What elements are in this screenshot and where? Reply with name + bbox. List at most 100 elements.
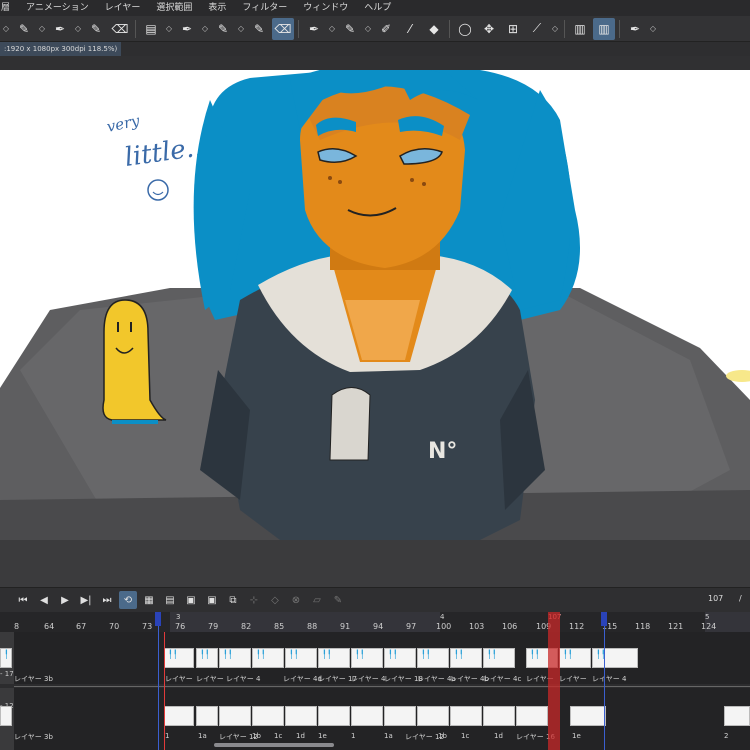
marker-icon[interactable]: ✐ — [375, 18, 397, 40]
menu-item-view[interactable]: 表示 — [200, 0, 234, 16]
pen-icon[interactable]: ✒ — [49, 18, 71, 40]
timeline-cel[interactable] — [483, 706, 515, 726]
stepper-icon[interactable]: ◇ — [164, 18, 174, 40]
clear-frame-icon[interactable]: ▱ — [308, 591, 326, 609]
menu-item-window[interactable]: ウィンドウ — [295, 0, 356, 16]
timeline-cel[interactable]: ╿╿ — [164, 648, 194, 668]
timeline-cel[interactable] — [417, 706, 449, 726]
canvas-bottom-area — [0, 540, 750, 588]
loop-end-marker[interactable] — [604, 612, 605, 750]
menu-item-filter[interactable]: フィルター — [234, 0, 295, 16]
timeline-cel[interactable]: ╿╿ — [384, 648, 416, 668]
timeline-cel[interactable] — [164, 706, 194, 726]
drawing-canvas[interactable]: very little... N° — [0, 70, 750, 540]
layer-settings-icon[interactable]: ⧉ — [224, 591, 242, 609]
pen-icon[interactable]: ✎ — [248, 18, 270, 40]
stepper-icon[interactable]: ◇ — [648, 18, 658, 40]
timeline-cel[interactable]: ╿╿ — [196, 648, 218, 668]
timeline-cel[interactable] — [724, 706, 750, 726]
animation-track-1[interactable]: - 17 ╿ ╿╿ ╿╿ ╿╿ ╿╿ ╿╿ ╿╿ ╿╿ ╿╿ ╿╿ ╿╿ ╿╿ … — [0, 632, 750, 684]
track-side-label: - 17 — [0, 670, 14, 678]
specify-cel-icon[interactable]: ▣ — [182, 591, 200, 609]
timeline-cel[interactable]: ╿╿ — [559, 648, 591, 668]
timeline-cel[interactable]: ╿╿ — [318, 648, 350, 668]
timeline-cel[interactable] — [219, 706, 251, 726]
last-frame-icon[interactable]: ⏭ — [98, 591, 116, 609]
eyedropper-icon[interactable]: ⁄ — [399, 18, 421, 40]
loop-start-handle[interactable] — [155, 612, 161, 626]
cel-label: 1c — [274, 732, 283, 740]
ruler-number: 91 — [340, 622, 351, 631]
timeline-cel[interactable] — [516, 706, 548, 726]
timeline-cel[interactable]: ╿╿ — [483, 648, 515, 668]
menu-item-selection[interactable]: 選択範囲 — [148, 0, 200, 16]
stepper-icon[interactable]: ◇ — [550, 18, 560, 40]
eyedropper-icon[interactable]: ⟋ — [526, 18, 548, 40]
toolbar: ◇ ✎ ◇ ✒ ◇ ✎ ⌫ ▤ ◇ ✒ ◇ ✎ ◇ ✎ ⌫ ✒ ◇ ✎ ◇ ✐ … — [0, 16, 750, 42]
new-cel-icon[interactable]: ▦ — [140, 591, 158, 609]
clear-cel-icon[interactable]: ⊗ — [287, 591, 305, 609]
timeline-cel[interactable] — [318, 706, 350, 726]
timeline-cel[interactable]: ╿ — [0, 648, 12, 668]
stepper-icon[interactable]: ◇ — [236, 18, 246, 40]
timeline-cel[interactable] — [570, 706, 606, 726]
track-layer-name: レイヤー 3b — [14, 733, 53, 741]
animation-track-2[interactable]: - 12 レイヤー 3b 1 1a レイヤー 12 1b 1c 1d 1e 1 … — [0, 688, 750, 750]
pencil-icon[interactable]: ✎ — [13, 18, 35, 40]
loop-icon[interactable]: ⟲ — [119, 591, 137, 609]
timeline-cel[interactable]: ╿╿ — [252, 648, 284, 668]
timeline-cel[interactable] — [450, 706, 482, 726]
timeline-scrollbar[interactable] — [214, 743, 334, 747]
timeline-cel[interactable] — [252, 706, 284, 726]
layer-panel-icon[interactable]: ▥ — [569, 18, 591, 40]
timeline-cel[interactable] — [384, 706, 416, 726]
pen-icon[interactable]: ✎ — [339, 18, 361, 40]
timeline-cel[interactable]: ╿╿ — [592, 648, 638, 668]
timeline-cel[interactable] — [196, 706, 218, 726]
folder-icon[interactable]: ▤ — [140, 18, 162, 40]
eraser-icon[interactable]: ⌫ — [109, 18, 131, 40]
move-icon[interactable]: ✥ — [478, 18, 500, 40]
menu-item-layer[interactable]: レイヤー — [97, 0, 149, 16]
first-frame-icon[interactable]: ⏮ — [14, 591, 32, 609]
timeline-cel[interactable] — [285, 706, 317, 726]
pen-icon[interactable]: ✒ — [176, 18, 198, 40]
loop-start-marker[interactable] — [158, 612, 159, 750]
eraser-icon[interactable]: ⌫ — [272, 17, 294, 40]
stepper-icon[interactable]: ◇ — [363, 18, 373, 40]
stepper-icon[interactable]: ◇ — [266, 591, 284, 609]
next-frame-icon[interactable]: ▶| — [77, 591, 95, 609]
fill-icon[interactable]: ◆ — [423, 18, 445, 40]
timeline-cel[interactable] — [0, 706, 12, 726]
timeline-cel[interactable]: ╿╿ — [285, 648, 317, 668]
stepper-icon[interactable]: ◇ — [200, 18, 210, 40]
stepper-icon[interactable]: ◇ — [73, 18, 83, 40]
new-folder-icon[interactable]: ▤ — [161, 591, 179, 609]
onion-skin-icon[interactable]: ▣ — [203, 591, 221, 609]
timeline-cel[interactable]: ╿╿ — [450, 648, 482, 668]
pen-icon[interactable]: ✎ — [212, 18, 234, 40]
stepper-icon[interactable]: ◇ — [1, 18, 11, 40]
loop-end-handle[interactable] — [601, 612, 607, 626]
timeline-cel[interactable]: ╿╿ — [219, 648, 251, 668]
menu-item-animation[interactable]: アニメーション — [18, 0, 97, 16]
playhead[interactable] — [548, 612, 560, 750]
play-icon[interactable]: ▶ — [56, 591, 74, 609]
lasso-icon[interactable]: ◯ — [454, 18, 476, 40]
frame-ruler[interactable]: 3 4 107 5 8 64 67 70 73 76 79 82 85 88 9… — [0, 612, 750, 632]
stepper-icon[interactable]: ◇ — [37, 18, 47, 40]
document-tab[interactable]: :1920 x 1080px 300dpi 118.5%) — [0, 42, 122, 56]
menu-item-layer-partial[interactable]: 層 — [0, 0, 18, 16]
stepper-icon[interactable]: ◇ — [327, 18, 337, 40]
transform-cel-icon[interactable]: ⊹ — [245, 591, 263, 609]
menu-item-help[interactable]: ヘルプ — [356, 0, 399, 16]
pen-icon[interactable]: ✒ — [303, 18, 325, 40]
brush-icon[interactable]: ✎ — [85, 18, 107, 40]
timeline-cel[interactable]: ╿╿ — [417, 648, 449, 668]
timeline-cel[interactable] — [351, 706, 383, 726]
timeline-cel[interactable]: ╿╿ — [351, 648, 383, 668]
transform-icon[interactable]: ⊞ — [502, 18, 524, 40]
layer-panel-icon[interactable]: ▥ — [593, 17, 615, 40]
pen-icon[interactable]: ✒ — [624, 18, 646, 40]
prev-frame-icon[interactable]: ◀ — [35, 591, 53, 609]
